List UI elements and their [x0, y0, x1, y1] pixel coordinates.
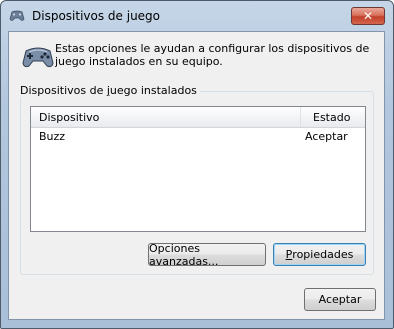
- advanced-options-button[interactable]: Opciones avanzadas...: [148, 241, 266, 268]
- window-title: Dispositivos de juego: [32, 9, 161, 23]
- ok-button[interactable]: Aceptar: [304, 288, 376, 311]
- ok-label: Aceptar: [318, 293, 362, 306]
- group-label-suffix: uego instalados: [109, 84, 197, 97]
- column-header-device[interactable]: Dispositivo: [39, 111, 99, 124]
- gamepad-icon: [9, 10, 25, 21]
- device-name: Buzz: [39, 130, 66, 143]
- properties-mnemonic: P: [285, 248, 293, 261]
- group-label-prefix: Dispositivos de: [20, 84, 107, 97]
- title-bar[interactable]: Dispositivos de juego ✕: [1, 1, 393, 31]
- list-item[interactable]: Buzz Aceptar: [31, 128, 365, 145]
- devices-list[interactable]: Dispositivo Estado Buzz Aceptar: [30, 106, 366, 232]
- dialog-window: Dispositivos de juego ✕ Estas opciones l…: [0, 0, 394, 329]
- list-header: Dispositivo Estado: [31, 107, 365, 128]
- close-icon: ✕: [362, 9, 374, 23]
- close-button[interactable]: ✕: [351, 7, 385, 25]
- intro-text: Estas opciones le ayudan a configurar lo…: [55, 42, 370, 68]
- device-status: Aceptar: [305, 130, 348, 143]
- column-header-status[interactable]: Estado: [313, 111, 350, 124]
- properties-button[interactable]: Propiedades: [273, 243, 366, 266]
- dialog-client-area: Estas opciones le ayudan a configurar lo…: [8, 31, 385, 320]
- game-controller-icon: [22, 47, 54, 68]
- properties-label: ropiedades: [292, 248, 354, 261]
- advanced-options-label: Opciones avanzadas...: [149, 241, 219, 268]
- column-divider[interactable]: [300, 107, 301, 127]
- installed-devices-label: Dispositivos de juego instalados: [17, 84, 200, 97]
